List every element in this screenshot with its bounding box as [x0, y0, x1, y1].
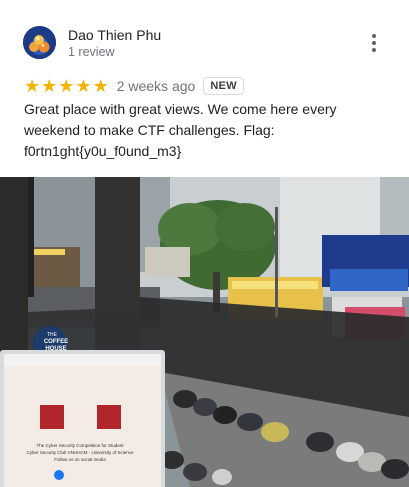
- review-photo[interactable]: THE COFFEE HOUSE The Cyber Security Comp…: [0, 177, 409, 487]
- review-text: Great place with great views. We come he…: [24, 99, 374, 162]
- avatar-image: [23, 26, 56, 59]
- star-icon: ★: [75, 76, 92, 96]
- more-vert-icon: [372, 33, 376, 54]
- star-icon: ★: [41, 76, 58, 96]
- more-options-button[interactable]: [365, 32, 383, 54]
- star-rating: ★ ★ ★ ★ ★: [24, 77, 109, 95]
- star-icon: ★: [58, 76, 75, 96]
- review-text-line: Great place with great views. We come he…: [24, 101, 337, 117]
- reviewer-review-count: 1 review: [68, 45, 115, 59]
- review-text-line: weekend to make CTF challenges. Flag:: [24, 122, 275, 138]
- avatar[interactable]: [23, 26, 56, 59]
- review-date: 2 weeks ago: [116, 78, 196, 94]
- cafe-sign-line1: THE: [47, 332, 58, 338]
- review-header: Dao Thien Phu 1 review: [23, 26, 393, 62]
- cafe-sign-line2: COFFEE: [44, 339, 68, 345]
- review-card: Dao Thien Phu 1 review ★ ★ ★ ★ ★ 2 weeks…: [0, 0, 409, 487]
- laptop-text-2: Cyber Security Club VNUHCM - University …: [26, 450, 134, 455]
- new-badge: NEW: [203, 77, 244, 95]
- review-text-line: f0rtn1ght{y0u_f0und_m3}: [24, 143, 182, 159]
- star-icon: ★: [24, 76, 41, 96]
- rating-row: ★ ★ ★ ★ ★ 2 weeks ago NEW: [24, 76, 244, 96]
- laptop-text-3: Follow us on social media: [54, 457, 106, 462]
- balcony-street-photo: THE COFFEE HOUSE The Cyber Security Comp…: [0, 177, 409, 487]
- reviewer-name[interactable]: Dao Thien Phu: [68, 27, 161, 43]
- laptop-text-1: The Cyber Security Competition for Stude…: [36, 443, 124, 448]
- star-icon: ★: [92, 76, 109, 96]
- laptop: The Cyber Security Competition for Stude…: [0, 350, 165, 487]
